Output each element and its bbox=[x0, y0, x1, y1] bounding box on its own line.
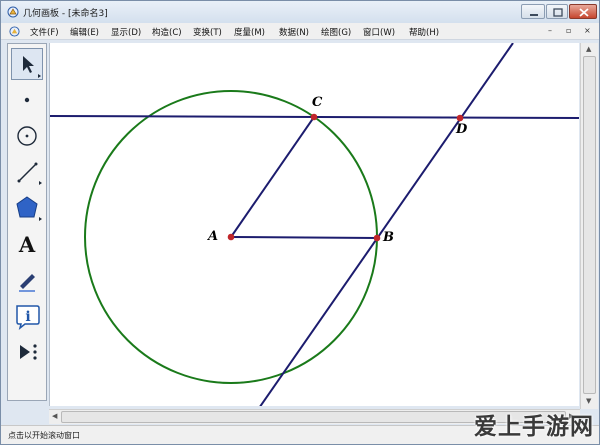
straightedge-tool-icon bbox=[17, 162, 42, 185]
polygon-tool[interactable] bbox=[11, 192, 43, 224]
custom-tools[interactable] bbox=[11, 336, 43, 368]
menu-measure[interactable]: 度量(M) bbox=[234, 26, 265, 38]
app-window: 几何画板 - [未命名3] 文件(F) 编辑(E) 显示(D) 构造(C) 变换… bbox=[0, 0, 600, 445]
point-d bbox=[456, 114, 464, 122]
menu-edit[interactable]: 编辑(E) bbox=[70, 26, 99, 38]
select-arrow-tool-icon bbox=[23, 56, 41, 78]
menu-window[interactable]: 窗口(W) bbox=[363, 26, 395, 38]
segment-a-c bbox=[230, 116, 315, 238]
maximize-button[interactable] bbox=[546, 4, 568, 19]
status-text: 点击以开始滚动窗口 bbox=[8, 431, 80, 440]
doc-restore-button[interactable]: ▫ bbox=[566, 26, 571, 35]
compass-tool[interactable] bbox=[11, 120, 43, 152]
close-button[interactable] bbox=[569, 4, 597, 19]
geometer-sketchpad-app-icon bbox=[7, 6, 19, 18]
line-through-b-d bbox=[259, 43, 514, 406]
svg-text:i: i bbox=[25, 309, 30, 325]
custom-tools-icon bbox=[20, 344, 37, 360]
document-icon bbox=[9, 26, 20, 37]
scroll-down-icon[interactable]: ▼ bbox=[586, 397, 591, 405]
point-b bbox=[373, 234, 381, 242]
minimize-icon bbox=[530, 14, 538, 16]
marker-tool-icon bbox=[19, 274, 35, 292]
point-label-a: A bbox=[208, 229, 219, 244]
select-arrow-tool[interactable] bbox=[11, 48, 43, 80]
menu-bar: 文件(F) 编辑(E) 显示(D) 构造(C) 变换(T) 度量(M) 数据(N… bbox=[1, 23, 599, 40]
menu-graph[interactable]: 绘图(G) bbox=[321, 26, 351, 38]
svg-text:A: A bbox=[18, 232, 36, 257]
menu-app-icon[interactable] bbox=[9, 26, 20, 40]
menu-file[interactable]: 文件(F) bbox=[30, 26, 59, 38]
title-bar: 几何画板 - [未命名3] bbox=[1, 1, 599, 23]
close-icon bbox=[579, 8, 589, 17]
text-tool[interactable]: A bbox=[11, 228, 43, 260]
toolbox: A i bbox=[7, 43, 47, 401]
point-a bbox=[227, 233, 235, 241]
segment-a-b bbox=[230, 236, 378, 239]
scroll-left-icon[interactable]: ◀ bbox=[52, 412, 57, 420]
polygon-tool-icon bbox=[16, 196, 42, 221]
marker-tool[interactable] bbox=[11, 264, 43, 296]
menu-transform[interactable]: 变换(T) bbox=[193, 26, 222, 38]
vertical-scroll-thumb[interactable] bbox=[583, 56, 596, 394]
menu-help[interactable]: 帮助(H) bbox=[409, 26, 439, 38]
menu-display[interactable]: 显示(D) bbox=[111, 26, 141, 38]
information-tool-icon: i bbox=[16, 305, 40, 330]
point-tool[interactable] bbox=[11, 84, 43, 116]
doc-close-button[interactable]: × bbox=[584, 26, 591, 35]
window-title: 几何画板 - [未命名3] bbox=[23, 9, 108, 19]
menu-construct[interactable]: 构造(C) bbox=[152, 26, 182, 38]
point-label-c: C bbox=[312, 95, 323, 110]
point-c bbox=[310, 113, 318, 121]
menu-data[interactable]: 数据(N) bbox=[279, 26, 309, 38]
information-tool[interactable]: i bbox=[11, 300, 43, 332]
minimize-button[interactable] bbox=[521, 4, 545, 19]
sketch-canvas[interactable]: A B C D bbox=[49, 43, 579, 406]
point-label-d: D bbox=[456, 122, 468, 137]
straightedge-tool[interactable] bbox=[11, 156, 43, 188]
text-tool-icon: A bbox=[18, 232, 36, 257]
point-tool-icon bbox=[24, 97, 30, 103]
vertical-scrollbar[interactable]: ▲ ▼ bbox=[580, 43, 598, 409]
doc-minimize-button[interactable]: – bbox=[548, 26, 552, 35]
maximize-icon bbox=[553, 8, 563, 17]
watermark-text: 爱上手游网 bbox=[474, 414, 594, 440]
scroll-up-icon[interactable]: ▲ bbox=[586, 45, 591, 53]
point-label-b: B bbox=[383, 230, 394, 245]
compass-tool-icon bbox=[17, 126, 37, 146]
